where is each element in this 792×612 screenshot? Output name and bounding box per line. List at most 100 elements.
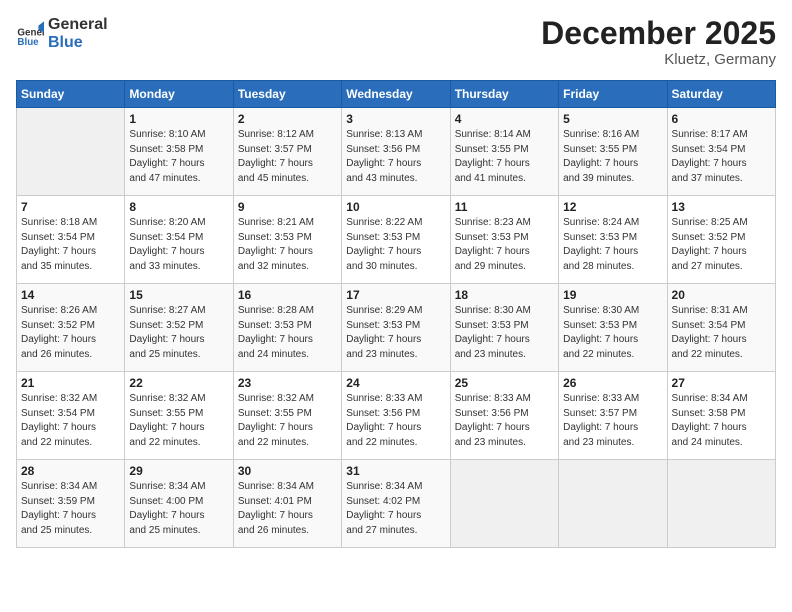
day-info: Sunrise: 8:34 AM Sunset: 4:00 PM Dayligh… <box>129 480 228 538</box>
day-info: Sunrise: 8:33 AM Sunset: 3:57 PM Dayligh… <box>563 392 662 450</box>
calendar-cell: 23 Sunrise: 8:32 AM Sunset: 3:55 PM Dayli… <box>233 372 341 460</box>
day-number: 16 <box>238 288 337 302</box>
calendar-cell: 3 Sunrise: 8:13 AM Sunset: 3:56 PM Daylig… <box>342 108 450 196</box>
day-number: 30 <box>238 464 337 478</box>
day-info: Sunrise: 8:33 AM Sunset: 3:56 PM Dayligh… <box>346 392 445 450</box>
calendar-table: SundayMondayTuesdayWednesdayThursdayFrid… <box>16 80 776 548</box>
day-info: Sunrise: 8:23 AM Sunset: 3:53 PM Dayligh… <box>455 216 554 274</box>
day-number: 2 <box>238 112 337 126</box>
logo: General Blue General Blue <box>16 16 108 51</box>
day-info: Sunrise: 8:29 AM Sunset: 3:53 PM Dayligh… <box>346 304 445 362</box>
day-info: Sunrise: 8:33 AM Sunset: 3:56 PM Dayligh… <box>455 392 554 450</box>
day-number: 20 <box>672 288 771 302</box>
calendar-cell: 1 Sunrise: 8:10 AM Sunset: 3:58 PM Daylig… <box>125 108 233 196</box>
day-info: Sunrise: 8:34 AM Sunset: 4:02 PM Dayligh… <box>346 480 445 538</box>
day-number: 22 <box>129 376 228 390</box>
calendar-week-row: 21Sunrise: 8:32 AM Sunset: 3:54 PM Dayli… <box>17 372 776 460</box>
day-info: Sunrise: 8:17 AM Sunset: 3:54 PM Dayligh… <box>672 128 771 186</box>
day-number: 15 <box>129 288 228 302</box>
day-number: 26 <box>563 376 662 390</box>
day-number: 14 <box>21 288 120 302</box>
day-number: 7 <box>21 200 120 214</box>
day-info: Sunrise: 8:14 AM Sunset: 3:55 PM Dayligh… <box>455 128 554 186</box>
calendar-header-row: SundayMondayTuesdayWednesdayThursdayFrid… <box>17 81 776 108</box>
day-info: Sunrise: 8:34 AM Sunset: 3:58 PM Dayligh… <box>672 392 771 450</box>
calendar-week-row: 28 Sunrise: 8:34 AM Sunset: 3:59 PM Dayli… <box>17 460 776 548</box>
calendar-cell: 28 Sunrise: 8:34 AM Sunset: 3:59 PM Dayli… <box>17 460 125 548</box>
calendar-cell <box>17 108 125 196</box>
title-block: December 2025 Kluetz, Germany <box>541 16 776 68</box>
day-number: 24 <box>346 376 445 390</box>
calendar-cell: 30Sunrise: 8:34 AM Sunset: 4:01 PM Dayli… <box>233 460 341 548</box>
day-info: Sunrise: 8:26 AM Sunset: 3:52 PM Dayligh… <box>21 304 120 362</box>
day-number: 8 <box>129 200 228 214</box>
day-info: Sunrise: 8:32 AM Sunset: 3:54 PM Dayligh… <box>21 392 120 450</box>
calendar-cell: 26 Sunrise: 8:33 AM Sunset: 3:57 PM Dayli… <box>559 372 667 460</box>
logo-blue: Blue <box>48 34 108 52</box>
day-info: Sunrise: 8:20 AM Sunset: 3:54 PM Dayligh… <box>129 216 228 274</box>
calendar-cell: 2 Sunrise: 8:12 AM Sunset: 3:57 PM Daylig… <box>233 108 341 196</box>
header-friday: Friday <box>559 81 667 108</box>
day-info: Sunrise: 8:25 AM Sunset: 3:52 PM Dayligh… <box>672 216 771 274</box>
day-number: 12 <box>563 200 662 214</box>
day-number: 23 <box>238 376 337 390</box>
calendar-cell: 9 Sunrise: 8:21 AM Sunset: 3:53 PM Daylig… <box>233 196 341 284</box>
day-info: Sunrise: 8:31 AM Sunset: 3:54 PM Dayligh… <box>672 304 771 362</box>
day-number: 5 <box>563 112 662 126</box>
header-wednesday: Wednesday <box>342 81 450 108</box>
calendar-cell: 17 Sunrise: 8:29 AM Sunset: 3:53 PM Dayli… <box>342 284 450 372</box>
day-number: 18 <box>455 288 554 302</box>
header-thursday: Thursday <box>450 81 558 108</box>
calendar-cell <box>450 460 558 548</box>
calendar-cell: 6 Sunrise: 8:17 AM Sunset: 3:54 PM Daylig… <box>667 108 775 196</box>
calendar-cell: 7 Sunrise: 8:18 AM Sunset: 3:54 PM Daylig… <box>17 196 125 284</box>
page-header: General Blue General Blue December 2025 … <box>16 16 776 68</box>
calendar-week-row: 7 Sunrise: 8:18 AM Sunset: 3:54 PM Daylig… <box>17 196 776 284</box>
header-monday: Monday <box>125 81 233 108</box>
day-number: 11 <box>455 200 554 214</box>
day-number: 3 <box>346 112 445 126</box>
calendar-cell: 12Sunrise: 8:24 AM Sunset: 3:53 PM Dayli… <box>559 196 667 284</box>
calendar-week-row: 14 Sunrise: 8:26 AM Sunset: 3:52 PM Dayli… <box>17 284 776 372</box>
svg-text:Blue: Blue <box>17 37 39 48</box>
calendar-cell: 4 Sunrise: 8:14 AM Sunset: 3:55 PM Daylig… <box>450 108 558 196</box>
calendar-cell: 19 Sunrise: 8:30 AM Sunset: 3:53 PM Dayli… <box>559 284 667 372</box>
calendar-cell: 31 Sunrise: 8:34 AM Sunset: 4:02 PM Dayli… <box>342 460 450 548</box>
calendar-cell: 24 Sunrise: 8:33 AM Sunset: 3:56 PM Dayli… <box>342 372 450 460</box>
day-number: 25 <box>455 376 554 390</box>
calendar-cell <box>559 460 667 548</box>
calendar-cell: 27Sunrise: 8:34 AM Sunset: 3:58 PM Dayli… <box>667 372 775 460</box>
day-info: Sunrise: 8:13 AM Sunset: 3:56 PM Dayligh… <box>346 128 445 186</box>
calendar-cell: 18 Sunrise: 8:30 AM Sunset: 3:53 PM Dayli… <box>450 284 558 372</box>
day-info: Sunrise: 8:34 AM Sunset: 3:59 PM Dayligh… <box>21 480 120 538</box>
day-number: 31 <box>346 464 445 478</box>
day-number: 9 <box>238 200 337 214</box>
calendar-cell: 13Sunrise: 8:25 AM Sunset: 3:52 PM Dayli… <box>667 196 775 284</box>
day-info: Sunrise: 8:30 AM Sunset: 3:53 PM Dayligh… <box>563 304 662 362</box>
day-number: 17 <box>346 288 445 302</box>
day-info: Sunrise: 8:12 AM Sunset: 3:57 PM Dayligh… <box>238 128 337 186</box>
calendar-cell: 16 Sunrise: 8:28 AM Sunset: 3:53 PM Dayli… <box>233 284 341 372</box>
day-number: 28 <box>21 464 120 478</box>
day-info: Sunrise: 8:27 AM Sunset: 3:52 PM Dayligh… <box>129 304 228 362</box>
header-sunday: Sunday <box>17 81 125 108</box>
calendar-week-row: 1 Sunrise: 8:10 AM Sunset: 3:58 PM Daylig… <box>17 108 776 196</box>
header-tuesday: Tuesday <box>233 81 341 108</box>
calendar-cell: 25 Sunrise: 8:33 AM Sunset: 3:56 PM Dayli… <box>450 372 558 460</box>
calendar-cell <box>667 460 775 548</box>
day-info: Sunrise: 8:30 AM Sunset: 3:53 PM Dayligh… <box>455 304 554 362</box>
day-number: 19 <box>563 288 662 302</box>
day-number: 6 <box>672 112 771 126</box>
day-info: Sunrise: 8:18 AM Sunset: 3:54 PM Dayligh… <box>21 216 120 274</box>
day-info: Sunrise: 8:28 AM Sunset: 3:53 PM Dayligh… <box>238 304 337 362</box>
day-info: Sunrise: 8:32 AM Sunset: 3:55 PM Dayligh… <box>238 392 337 450</box>
calendar-cell: 5Sunrise: 8:16 AM Sunset: 3:55 PM Daylig… <box>559 108 667 196</box>
day-number: 29 <box>129 464 228 478</box>
logo-icon: General Blue <box>16 20 44 48</box>
day-number: 1 <box>129 112 228 126</box>
day-info: Sunrise: 8:10 AM Sunset: 3:58 PM Dayligh… <box>129 128 228 186</box>
calendar-cell: 10Sunrise: 8:22 AM Sunset: 3:53 PM Dayli… <box>342 196 450 284</box>
location: Kluetz, Germany <box>541 51 776 68</box>
day-info: Sunrise: 8:21 AM Sunset: 3:53 PM Dayligh… <box>238 216 337 274</box>
day-number: 4 <box>455 112 554 126</box>
